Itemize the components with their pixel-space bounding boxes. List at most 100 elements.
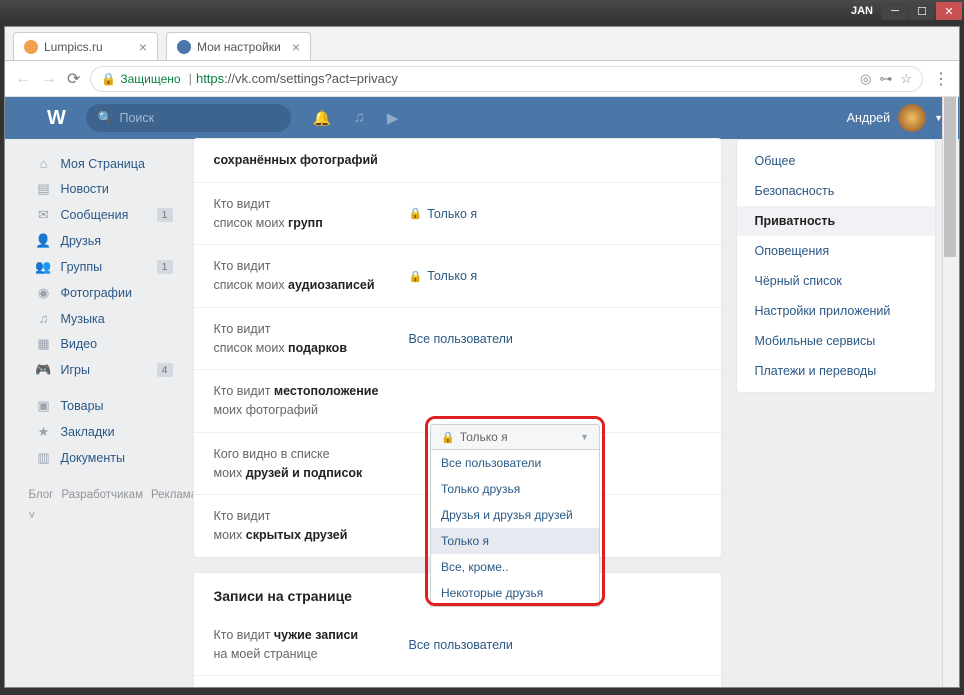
window-titlebar: JAN ─ ☐ ✕ <box>0 0 964 22</box>
settings-tab[interactable]: Общее <box>737 146 935 176</box>
setting-value[interactable]: 🔒Только я <box>409 195 478 233</box>
sidebar-item[interactable]: 👥Группы1 <box>29 254 179 280</box>
vk-header: W 🔍 Поиск 🔔 ♫ ▶ Андрей ▼ <box>5 97 959 139</box>
settings-tab[interactable]: Приватность <box>737 206 935 236</box>
setting-row: Кто видитсписок моих групп🔒Только я <box>194 183 721 246</box>
user-menu[interactable]: Андрей ▼ <box>847 104 943 132</box>
setting-label: Кто видитсписок моих подарков <box>214 320 409 358</box>
notifications-icon[interactable]: 🔔 <box>313 109 332 127</box>
settings-tabs: ОбщееБезопасностьПриватностьОповещенияЧё… <box>736 139 936 687</box>
setting-row: Кто видит чужие записина моей страницеВс… <box>194 614 721 677</box>
footer-link[interactable]: Блог <box>29 489 54 501</box>
maximize-button[interactable]: ☐ <box>909 2 935 20</box>
badge: 1 <box>157 260 173 274</box>
dropdown-list: Все пользователиТолько друзьяДрузья и др… <box>430 450 600 607</box>
sidebar-item[interactable]: 🎮Игры4 <box>29 357 179 383</box>
nav-icon: ◉ <box>35 285 53 301</box>
dropdown-option[interactable]: Все, кроме.. <box>431 554 599 580</box>
sidebar-item[interactable]: ♫Музыка <box>29 306 179 331</box>
forward-button[interactable]: → <box>41 70 57 88</box>
settings-tab[interactable]: Чёрный список <box>737 266 935 296</box>
sidebar-item[interactable]: ✉Сообщения1 <box>29 202 179 228</box>
setting-label: Кто видитсписок моих групп <box>214 195 409 233</box>
nav-label: Новости <box>61 182 109 196</box>
settings-tab[interactable]: Платежи и переводы <box>737 356 935 386</box>
settings-tab[interactable]: Безопасность <box>737 176 935 206</box>
reload-button[interactable]: ⟳ <box>67 69 80 89</box>
sidebar-item[interactable]: ▤ Новости <box>29 176 179 202</box>
tab-title: Lumpics.ru <box>44 40 103 54</box>
search-placeholder: Поиск <box>119 111 154 125</box>
dropdown-option[interactable]: Только друзья <box>431 476 599 502</box>
settings-tab[interactable]: Настройки приложений <box>737 296 935 326</box>
browser-tab-lumpics[interactable]: Lumpics.ru × <box>13 32 158 60</box>
tab-close-icon[interactable]: × <box>292 39 300 55</box>
tab-bar: Lumpics.ru × Мои настройки × <box>5 27 959 61</box>
nav-icon: ▥ <box>35 450 53 466</box>
dropdown-option[interactable]: Друзья и друзья друзей <box>431 502 599 528</box>
nav-label: Игры <box>61 363 90 377</box>
nav-label: Документы <box>61 451 125 465</box>
music-icon[interactable]: ♫ <box>354 109 365 127</box>
bullseye-icon[interactable]: ◎ <box>860 71 871 87</box>
nav-icon: ▤ <box>35 181 53 197</box>
star-icon[interactable]: ☆ <box>900 71 912 87</box>
header-icons: 🔔 ♫ ▶ <box>313 109 398 127</box>
footer-link[interactable]: Разработчикам <box>61 489 143 501</box>
sidebar-item[interactable]: ▣Товары <box>29 393 179 419</box>
nav-icon: 👤 <box>35 233 53 249</box>
setting-row: Кто видитсписок моих аудиозаписей🔒Только… <box>194 245 721 308</box>
back-button[interactable]: ← <box>15 70 31 88</box>
play-icon[interactable]: ▶ <box>387 109 399 127</box>
dropdown-option[interactable]: Только я <box>431 528 599 554</box>
nav-icon: ✉ <box>35 207 53 223</box>
search-input[interactable]: 🔍 Поиск <box>86 104 291 132</box>
dropdown-option[interactable]: Некоторые друзья <box>431 580 599 606</box>
sidebar-item[interactable]: ◉ Фотографии <box>29 280 179 306</box>
footer-link[interactable]: Реклама <box>151 489 197 501</box>
tab-title: Мои настройки <box>197 40 281 54</box>
setting-label: Кто видит местоположениемоих фотографий <box>214 382 409 420</box>
dropdown-option[interactable]: Все пользователи <box>431 450 599 476</box>
scrollbar-thumb[interactable] <box>944 97 956 257</box>
setting-value[interactable]: Все пользователи <box>409 320 513 358</box>
sidebar-item[interactable]: ★Закладки <box>29 419 179 445</box>
settings-tab[interactable]: Оповещения <box>737 236 935 266</box>
url-input[interactable]: 🔒 Защищено | https ://vk.com/settings?ac… <box>90 66 923 92</box>
setting-label: Кто видит чужие записина моей странице <box>214 626 409 664</box>
favicon-icon <box>177 40 191 54</box>
setting-row: Кто может оставлять записина моей страни… <box>194 676 721 687</box>
favicon-icon <box>24 40 38 54</box>
nav-label: Моя Страница <box>61 157 145 171</box>
chevron-down-icon: ▼ <box>580 432 589 442</box>
nav-label: Группы <box>61 260 103 274</box>
setting-value[interactable]: 🔒Только я <box>409 257 478 295</box>
nav-label: Фотографии <box>61 286 132 300</box>
minimize-button[interactable]: ─ <box>882 2 908 20</box>
key-icon[interactable]: ⊶ <box>879 71 892 87</box>
tab-close-icon[interactable]: × <box>139 39 147 55</box>
setting-value[interactable]: Все пользователи <box>409 626 513 664</box>
sidebar-item[interactable]: ▥ Документы <box>29 445 179 471</box>
titlebar-text: JAN <box>851 5 873 17</box>
setting-row: сохранённых фотографий <box>194 139 721 183</box>
sidebar-item[interactable]: ⌂ Моя Страница <box>29 151 179 176</box>
menu-button[interactable]: ⋮ <box>933 69 949 89</box>
lock-icon: 🔒 <box>409 207 423 220</box>
scrollbar[interactable] <box>942 97 958 687</box>
browser-window: Lumpics.ru × Мои настройки × ← → ⟳ 🔒 Защ… <box>4 26 960 688</box>
url-text: ://vk.com/settings?act=privacy <box>224 71 398 86</box>
nav-icon: ▣ <box>35 398 53 414</box>
nav-icon: ♫ <box>35 311 53 326</box>
dropdown-selected[interactable]: 🔒 Только я ▼ <box>430 424 600 450</box>
nav-icon: ★ <box>35 424 53 440</box>
sidebar-item[interactable]: 👤Друзья <box>29 228 179 254</box>
browser-tab-vk[interactable]: Мои настройки × <box>166 32 311 60</box>
sidebar-item[interactable]: ▦Видео <box>29 331 179 357</box>
lock-icon: 🔒 <box>409 270 423 283</box>
close-button[interactable]: ✕ <box>936 2 962 20</box>
left-sidebar: ⌂Моя Страница▤Новости✉Сообщения1👤Друзья👥… <box>29 139 179 687</box>
nav-icon: ⌂ <box>35 156 53 171</box>
vk-logo[interactable]: W <box>47 107 66 130</box>
settings-tab[interactable]: Мобильные сервисы <box>737 326 935 356</box>
